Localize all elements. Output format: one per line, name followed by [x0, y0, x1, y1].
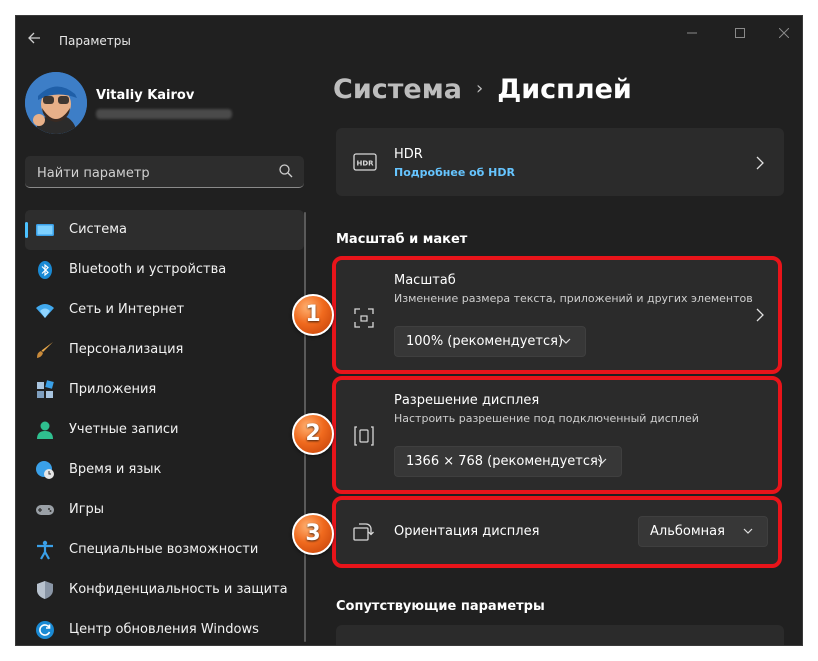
sidebar-item-label: Центр обновления Windows	[69, 622, 259, 637]
sidebar-item-label: Конфиденциальность и защита	[69, 582, 288, 597]
step-badge-2: 2	[292, 413, 334, 455]
sidebar-item-label: Специальные возможности	[69, 542, 259, 557]
sidebar-item-apps[interactable]: Приложения	[25, 370, 304, 410]
app-title: Параметры	[59, 34, 131, 48]
sidebar-item-privacy[interactable]: Конфиденциальность и защита	[25, 570, 304, 610]
step-badge-1: 1	[292, 294, 334, 336]
sidebar-item-label: Система	[69, 222, 128, 237]
shield-icon	[37, 581, 53, 599]
person-icon	[37, 421, 53, 439]
highlight-box-scale	[332, 256, 782, 374]
step-badge-3: 3	[292, 513, 334, 555]
hdr-icon: HDR	[353, 153, 377, 171]
arrow-left-icon	[28, 32, 40, 44]
avatar-cartoon-icon	[25, 72, 87, 134]
accessibility-icon	[37, 540, 53, 560]
sidebar-item-bluetooth[interactable]: Bluetooth и устройства	[25, 250, 304, 290]
search-icon[interactable]	[278, 163, 294, 179]
selection-indicator	[25, 222, 28, 238]
hdr-card[interactable]: HDR HDR Подробнее об HDR	[336, 128, 784, 196]
close-icon	[778, 27, 790, 39]
close-button[interactable]	[766, 20, 802, 48]
related-card[interactable]	[336, 625, 784, 645]
sidebar-item-network[interactable]: Сеть и Интернет	[25, 290, 304, 330]
bluetooth-icon	[38, 261, 52, 279]
avatar[interactable]	[25, 72, 87, 134]
breadcrumb-separator: ›	[476, 78, 484, 99]
apps-icon	[37, 380, 54, 398]
highlight-box-orientation	[332, 496, 782, 568]
settings-window: Параметры Vitaliy Kairov Найти параметр …	[16, 16, 802, 645]
sidebar-item-personalization[interactable]: Персонализация	[25, 330, 304, 370]
sidebar-item-system[interactable]: Система	[25, 210, 304, 250]
hdr-learn-more-link[interactable]: Подробнее об HDR	[394, 166, 515, 179]
user-name: Vitaliy Kairov	[96, 88, 195, 103]
sidebar-item-label: Bluetooth и устройства	[69, 262, 227, 277]
sidebar-item-label: Приложения	[69, 382, 157, 397]
sidebar-item-label: Время и язык	[69, 462, 162, 477]
sidebar-item-label: Сеть и Интернет	[69, 302, 185, 317]
sidebar-nav: Система Bluetooth и устройства Сеть и Ин…	[25, 210, 304, 645]
title-bar: Параметры	[16, 16, 802, 64]
maximize-icon	[735, 28, 745, 38]
breadcrumb-parent[interactable]: Система	[333, 74, 462, 105]
hdr-title: HDR	[394, 147, 423, 162]
sidebar-item-gaming[interactable]: Игры	[25, 490, 304, 530]
gamepad-icon	[36, 505, 54, 515]
windows-update-icon	[36, 621, 54, 639]
highlight-box-resolution	[332, 376, 782, 494]
sidebar-item-accessibility[interactable]: Специальные возможности	[25, 530, 304, 570]
breadcrumb: Система › Дисплей	[333, 74, 632, 105]
search-box[interactable]	[25, 156, 304, 188]
maximize-button[interactable]	[722, 20, 758, 48]
back-button[interactable]	[22, 28, 46, 52]
user-email-redacted	[96, 109, 232, 119]
system-display-icon	[36, 224, 54, 236]
sidebar-item-label: Персонализация	[69, 342, 184, 357]
sidebar-item-time-language[interactable]: Время и язык	[25, 450, 304, 490]
minimize-icon	[687, 32, 697, 34]
section-label-scale-layout: Масштаб и макет	[336, 232, 468, 247]
wifi-icon	[36, 304, 54, 318]
sidebar-item-label: Учетные записи	[69, 422, 179, 437]
paintbrush-icon	[37, 342, 53, 358]
minimize-button[interactable]	[674, 20, 710, 48]
section-label-related: Сопутствующие параметры	[336, 599, 545, 614]
search-input[interactable]	[35, 162, 269, 184]
sidebar-item-windows-update[interactable]: Центр обновления Windows	[25, 610, 304, 645]
svg-text:HDR: HDR	[356, 160, 374, 168]
chevron-right-icon	[756, 156, 764, 170]
page-title: Дисплей	[497, 74, 632, 105]
sidebar-item-label: Игры	[69, 502, 105, 517]
globe-clock-icon	[36, 461, 54, 479]
sidebar-item-accounts[interactable]: Учетные записи	[25, 410, 304, 450]
